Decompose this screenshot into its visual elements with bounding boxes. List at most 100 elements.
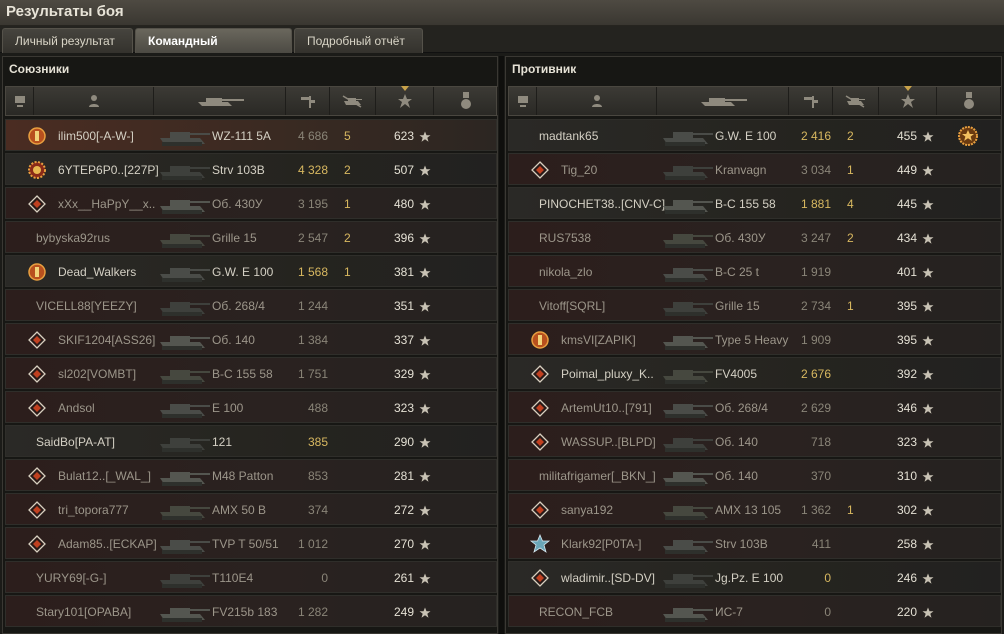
ally-player-row[interactable]: tri_topora777 AMX 50 B 374 272 (5, 493, 497, 525)
player-name[interactable]: ilim500[-A-W-] (58, 120, 134, 152)
experience-star-icon (922, 504, 934, 516)
enemy-player-row[interactable]: madtank65 G.W. E 100 2 416 2 455 (508, 119, 1001, 151)
player-name[interactable]: sl202[VOMBT] (58, 358, 136, 390)
enemy-player-row[interactable]: RECON_FCB ИС-7 0 220 (508, 595, 1001, 627)
player-name[interactable]: Adam85..[ECKAP] (58, 528, 157, 560)
player-name[interactable]: SaidBo[PA-AT] (36, 426, 115, 458)
player-name[interactable]: Tig_20 (561, 154, 597, 186)
player-name[interactable]: WASSUP..[BLPD] (561, 426, 656, 458)
tab-personal-result[interactable]: Личный результат (2, 28, 133, 53)
ally-player-row[interactable]: SKIF1204[ASS26] Об. 140 1 384 337 (5, 323, 497, 355)
tank-image-icon (657, 598, 715, 626)
experience-value: 261 (393, 571, 414, 585)
header-medal-column[interactable] (434, 87, 498, 115)
player-name[interactable]: madtank65 (539, 120, 598, 152)
header-kills-column[interactable] (330, 87, 376, 115)
header-platoon-column[interactable] (509, 87, 537, 115)
header-tank-column[interactable] (657, 87, 789, 115)
enemy-player-row[interactable]: kmsVI[ZAPIK] Type 5 Heavy 1 909 395 (508, 323, 1001, 355)
player-name[interactable]: ArtemUt10..[791] (561, 392, 652, 424)
enemy-player-row[interactable]: militafrigamer[_BKN_] Об. 140 370 310 (508, 459, 1001, 491)
ally-player-row[interactable]: xXx__HaPpY__x.. Об. 430У 3 195 1 480 (5, 187, 497, 219)
player-name[interactable]: nikola_zlo (539, 256, 592, 288)
player-name[interactable]: kmsVI[ZAPIK] (561, 324, 636, 356)
kills-value: 5 (344, 129, 351, 143)
tab-detailed-report[interactable]: Подробный отчёт (294, 28, 423, 53)
enemy-player-row[interactable]: Vitoff[SQRL] Grille 15 2 734 1 395 (508, 289, 1001, 321)
player-name[interactable]: YURY69[-G-] (36, 562, 106, 594)
enemy-player-row[interactable]: ArtemUt10..[791] Об. 268/4 2 629 346 (508, 391, 1001, 423)
header-experience-column[interactable] (879, 86, 937, 115)
enemy-player-row[interactable]: nikola_zlo B-C 25 t 1 919 401 (508, 255, 1001, 287)
diamond-badge-icon (27, 398, 47, 418)
enemy-player-row[interactable]: wladimir..[SD-DV] Jg.Pz. E 100 0 246 (508, 561, 1001, 593)
header-experience-column[interactable] (376, 86, 434, 115)
experience-value: 480 (393, 197, 414, 211)
player-name[interactable]: wladimir..[SD-DV] (561, 562, 655, 594)
tank-image-icon (154, 360, 212, 388)
player-name[interactable]: Vitoff[SQRL] (539, 290, 605, 322)
player-name[interactable]: RECON_FCB (539, 596, 613, 628)
enemy-player-row[interactable]: Poimal_pluxy_K.. FV4005 2 676 392 (508, 357, 1001, 389)
experience-star-icon (922, 232, 934, 244)
vehicle-name: Об. 140 (212, 333, 255, 347)
header-player-column[interactable] (34, 87, 154, 115)
header-platoon-column[interactable] (6, 87, 34, 115)
ally-player-row[interactable]: Andsol E 100 488 323 (5, 391, 497, 423)
player-name[interactable]: Dead_Walkers (58, 256, 136, 288)
ally-player-row[interactable]: SaidBo[PA-AT] 121 385 290 (5, 425, 497, 457)
player-name[interactable]: tri_topora777 (58, 494, 129, 526)
ally-player-row[interactable]: Adam85..[ECKAP] TVP T 50/51 1 012 270 (5, 527, 497, 559)
player-name[interactable]: Poimal_pluxy_K.. (561, 358, 654, 390)
allies-header (5, 86, 498, 116)
player-name[interactable]: Bulat12..[_WAL_] (58, 460, 151, 492)
damage-value: 370 (810, 469, 831, 483)
vehicle-name: B-C 155 58 (212, 367, 273, 381)
player-name[interactable]: sanya192 (561, 494, 613, 526)
enemy-player-row[interactable]: Klark92[P0TA-] Strv 103B 411 258 (508, 527, 1001, 559)
enemy-player-row[interactable]: WASSUP..[BLPD] Об. 140 718 323 (508, 425, 1001, 457)
enemy-player-row[interactable]: PINOCHET38..[CNV-C] B-C 155 58 1 881 4 445 (508, 187, 1001, 219)
tank-image-icon (657, 224, 715, 252)
experience-value: 272 (393, 503, 414, 517)
header-medal-column[interactable] (937, 87, 1001, 115)
player-name[interactable]: VICELL88[YEEZY] (36, 290, 137, 322)
header-damage-column[interactable] (286, 87, 330, 115)
header-tank-column[interactable] (154, 87, 286, 115)
player-name[interactable]: Stary101[OPABA] (36, 596, 131, 628)
player-name[interactable]: SKIF1204[ASS26] (58, 324, 155, 356)
ally-player-row[interactable]: ilim500[-A-W-] WZ-111 5A 4 686 5 623 (5, 119, 497, 151)
tab-team-result[interactable]: Командный результат (135, 28, 292, 73)
enemy-player-row[interactable]: Tig_20 Kranvagn 3 034 1 449 (508, 153, 1001, 185)
diamond-badge-icon (27, 194, 47, 214)
player-name[interactable]: 6YTEP6P0..[227P] (58, 154, 159, 186)
tank-image-icon (657, 496, 715, 524)
ally-player-row[interactable]: sl202[VOMBT] B-C 155 58 1 751 329 (5, 357, 497, 389)
player-name[interactable]: xXx__HaPpY__x.. (58, 188, 155, 220)
player-name[interactable]: militafrigamer[_BKN_] (539, 460, 656, 492)
player-name[interactable]: bybyska92rus (36, 222, 110, 254)
ally-player-row[interactable]: Dead_Walkers G.W. E 100 1 568 1 381 (5, 255, 497, 287)
ally-player-row[interactable]: 6YTEP6P0..[227P] Strv 103B 4 328 2 507 (5, 153, 497, 185)
enemy-player-row[interactable]: sanya192 AMX 13 105 1 362 1 302 (508, 493, 1001, 525)
header-damage-column[interactable] (789, 87, 833, 115)
ally-player-row[interactable]: VICELL88[YEEZY] Об. 268/4 1 244 351 (5, 289, 497, 321)
damage-value: 3 247 (800, 231, 831, 245)
player-name[interactable]: Andsol (58, 392, 95, 424)
allies-list: ilim500[-A-W-] WZ-111 5A 4 686 5 623 6YTEP6P0… (5, 119, 497, 629)
header-player-column[interactable] (537, 87, 657, 115)
player-name[interactable]: Klark92[P0TA-] (561, 528, 641, 560)
ally-player-row[interactable]: YURY69[-G-] T110E4 0 261 (5, 561, 497, 593)
damage-value: 853 (307, 469, 328, 483)
ally-player-row[interactable]: Stary101[OPABA] FV215b 183 1 282 249 (5, 595, 497, 627)
vehicle-name: Об. 430У (212, 197, 263, 211)
player-name[interactable]: RUS7538 (539, 222, 591, 254)
header-kills-column[interactable] (833, 87, 879, 115)
enemy-player-row[interactable]: RUS7538 Об. 430У 3 247 2 434 (508, 221, 1001, 253)
ally-player-row[interactable]: Bulat12..[_WAL_] M48 Patton 853 281 (5, 459, 497, 491)
experience-value: 323 (393, 401, 414, 415)
vehicle-name: FV4005 (715, 367, 758, 381)
player-name[interactable]: PINOCHET38..[CNV-C] (539, 188, 665, 220)
achievement-medal-icon[interactable] (957, 125, 979, 147)
ally-player-row[interactable]: bybyska92rus Grille 15 2 547 2 396 (5, 221, 497, 253)
